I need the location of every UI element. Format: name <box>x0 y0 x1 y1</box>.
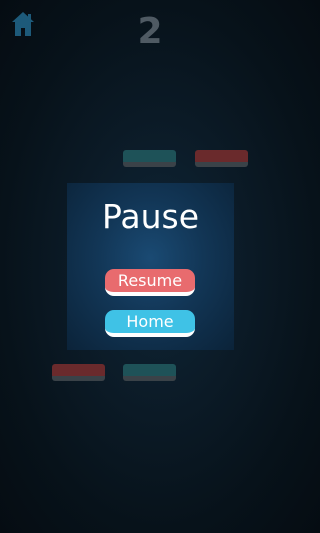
game-tile <box>195 150 248 167</box>
game-tile <box>52 364 105 381</box>
game-tile <box>123 150 176 167</box>
pause-title: Pause <box>101 197 200 236</box>
home-button[interactable]: Home <box>105 310 195 337</box>
pause-menu: Pause Resume Home <box>67 183 234 350</box>
score-display: 2 <box>137 11 163 52</box>
game-tile <box>123 364 176 381</box>
resume-button[interactable]: Resume <box>105 269 195 296</box>
